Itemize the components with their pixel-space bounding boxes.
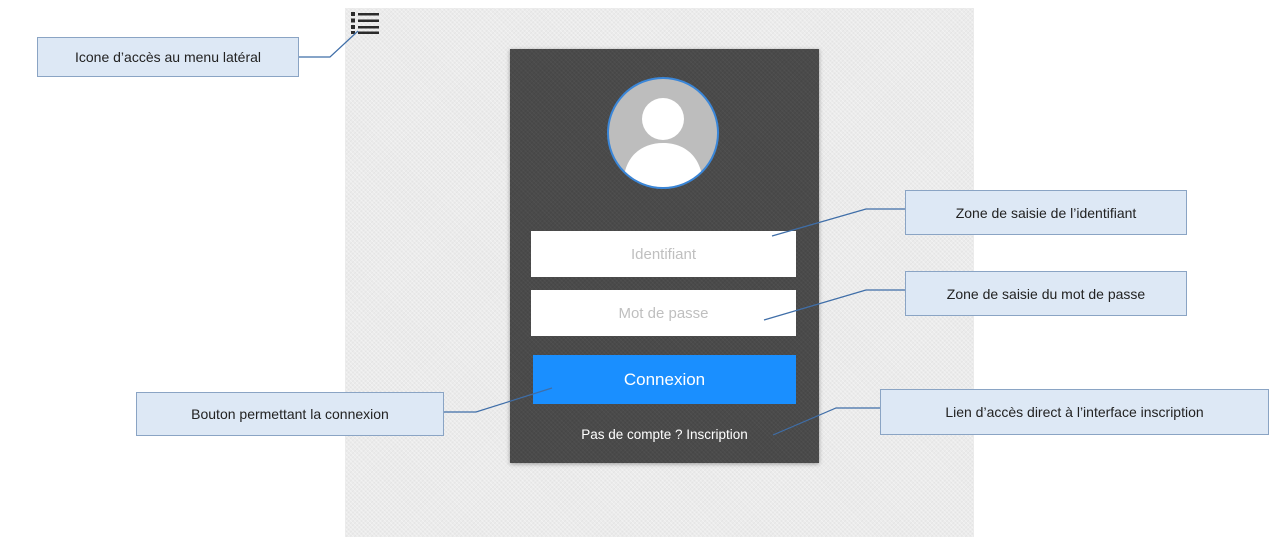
username-callout: Zone de saisie de l’identifiant (905, 190, 1187, 235)
list-menu-icon[interactable] (350, 11, 380, 35)
signup-link[interactable]: Pas de compte ? Inscription (510, 427, 819, 442)
mockup-stage: Connexion Pas de compte ? Inscription Ic… (0, 0, 1271, 537)
password-input[interactable] (531, 290, 796, 336)
user-avatar-icon (607, 77, 719, 189)
connect-callout: Bouton permettant la connexion (136, 392, 444, 436)
menu-icon-callout: Icone d’accès au menu latéral (37, 37, 299, 77)
signup-callout: Lien d’accès direct à l’interface inscri… (880, 389, 1269, 435)
username-input[interactable] (531, 231, 796, 277)
connect-button[interactable]: Connexion (533, 355, 796, 404)
password-callout: Zone de saisie du mot de passe (905, 271, 1187, 316)
